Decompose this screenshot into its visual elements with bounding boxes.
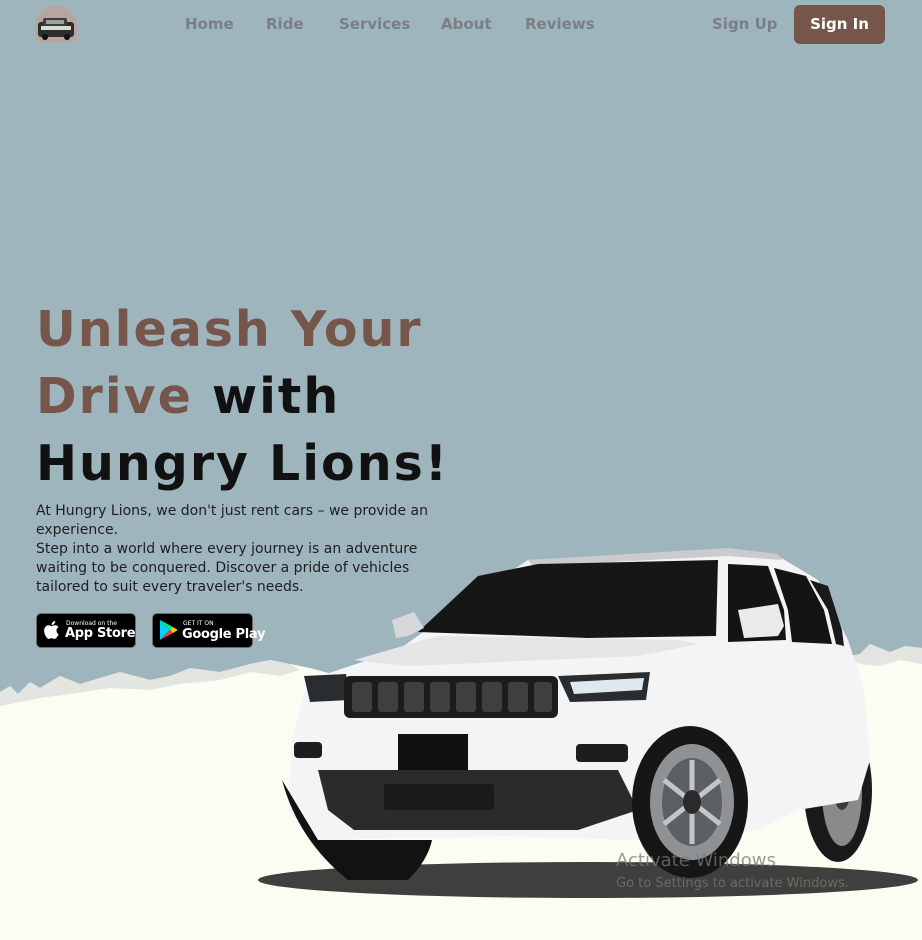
google-play-badge[interactable]: GET IT ON Google Play [152, 613, 265, 648]
sign-in-button[interactable]: Sign In [794, 5, 885, 44]
nav-ride[interactable]: Ride [266, 15, 304, 33]
google-play-small-text: GET IT ON [183, 620, 214, 627]
brand-logo[interactable] [35, 6, 77, 42]
apple-icon [44, 621, 59, 639]
app-store-badge[interactable]: Download on the App Store [36, 613, 136, 648]
headline-accent-word: Drive [36, 368, 193, 425]
app-store-big-text: App Store [65, 626, 136, 641]
car-logo-icon [38, 18, 74, 40]
google-play-icon [160, 620, 178, 640]
hero-headline: Unleash Your Drive with Hungry Lions! [36, 296, 449, 497]
nav-about[interactable]: About [441, 15, 492, 33]
sign-up-link[interactable]: Sign Up [712, 15, 778, 33]
headline-line3: Hungry Lions! [36, 435, 450, 492]
headline-line2-rest: with [192, 368, 341, 425]
headline-line1: Unleash Your [36, 301, 423, 358]
google-play-big-text: Google Play [182, 627, 266, 642]
nav-home[interactable]: Home [185, 15, 234, 33]
nav-services[interactable]: Services [339, 15, 410, 33]
description-paragraph-1: At Hungry Lions, we don't just rent cars… [36, 503, 428, 538]
activate-windows-subtitle: Go to Settings to activate Windows. [616, 876, 849, 891]
nav-reviews[interactable]: Reviews [525, 15, 595, 33]
white-suv-image [258, 548, 918, 898]
activate-windows-title: Activate Windows [616, 850, 776, 871]
